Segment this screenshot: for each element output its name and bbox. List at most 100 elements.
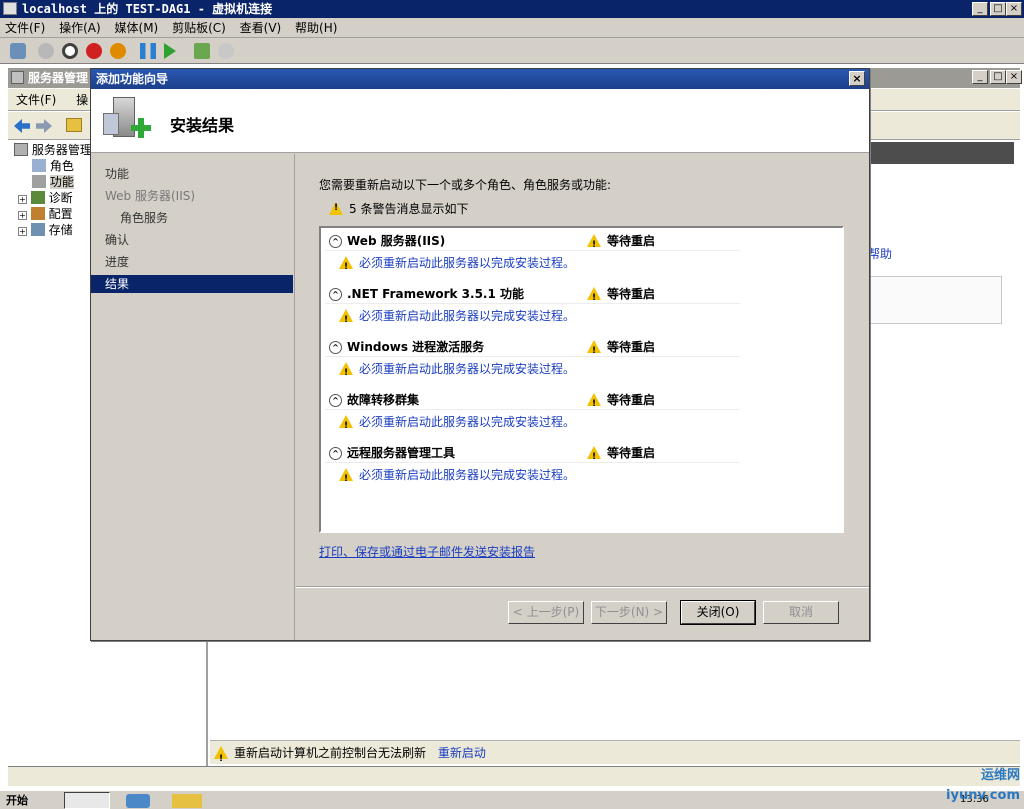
- result-message-text: 必须重新启动此服务器以完成安装过程。: [359, 468, 576, 482]
- collapse-icon[interactable]: ^: [329, 288, 342, 301]
- save-state-icon[interactable]: [110, 43, 126, 59]
- tree-item-diagnostics[interactable]: + 诊断: [18, 190, 73, 206]
- warning-icon: [587, 393, 601, 414]
- help-link[interactable]: 帮助: [868, 245, 892, 262]
- close-wizard-button[interactable]: 关闭(O): [680, 600, 756, 625]
- step-results[interactable]: 结果: [91, 275, 293, 293]
- revert-icon[interactable]: [218, 43, 234, 59]
- storage-icon: [30, 223, 45, 236]
- result-status: 等待重启: [587, 337, 656, 361]
- tree-label: 功能: [49, 175, 74, 189]
- result-message-text: 必须重新启动此服务器以完成安装过程。: [359, 415, 576, 429]
- previous-button[interactable]: < 上一步(P): [508, 601, 584, 624]
- sm-maximize-button[interactable]: □: [990, 70, 1006, 84]
- back-icon[interactable]: [14, 119, 30, 133]
- step-role-services[interactable]: 角色服务: [91, 209, 293, 227]
- expand-icon[interactable]: +: [18, 195, 27, 204]
- result-row[interactable]: ^ 远程服务器管理工具 等待重启: [325, 443, 740, 467]
- collapse-icon[interactable]: ^: [329, 341, 342, 354]
- expand-icon[interactable]: +: [18, 227, 27, 236]
- tree-label: 配置: [48, 207, 73, 221]
- collapse-icon[interactable]: ^: [329, 394, 342, 407]
- warning-icon: [339, 468, 353, 489]
- result-row[interactable]: ^ Web 服务器(IIS) 等待重启: [325, 231, 740, 255]
- button-separator: [296, 586, 869, 588]
- result-row[interactable]: ^ Windows 进程激活服务 等待重启: [325, 337, 740, 361]
- warning-icon: [339, 309, 353, 330]
- shutdown-icon[interactable]: [86, 43, 102, 59]
- ctrl-alt-del-icon[interactable]: [10, 43, 26, 59]
- cancel-button[interactable]: 取消: [763, 601, 839, 624]
- collapse-icon[interactable]: ^: [329, 447, 342, 460]
- menu-file[interactable]: 文件(F): [0, 18, 50, 38]
- wizard-title: 添加功能向导: [91, 69, 869, 89]
- warning-icon: [339, 256, 353, 277]
- expand-icon[interactable]: +: [18, 211, 27, 220]
- result-message: 必须重新启动此服务器以完成安装过程。: [339, 253, 575, 277]
- roles-icon: [32, 159, 46, 172]
- step-features[interactable]: 功能: [91, 165, 293, 183]
- menu-help[interactable]: 帮助(H): [290, 18, 342, 38]
- add-features-wizard: 添加功能向导 × 安装结果 功能 Web 服务器(IIS) 角色服务 确认 进度…: [90, 68, 870, 641]
- wizard-close-button[interactable]: ×: [849, 71, 865, 86]
- result-message: 必须重新启动此服务器以完成安装过程。: [339, 359, 576, 383]
- result-status: 等待重启: [587, 231, 656, 255]
- powershell-icon[interactable]: [126, 794, 150, 808]
- snapshot-icon[interactable]: [194, 43, 210, 59]
- install-report-link[interactable]: 打印、保存或通过电子邮件发送安装报告: [319, 543, 535, 560]
- result-name: Web 服务器(IIS): [347, 234, 446, 248]
- results-list: ^ Web 服务器(IIS) 等待重启 必须重新启动此服务器以完成安装过程。 ^…: [319, 226, 844, 533]
- wizard-header: 安装结果: [91, 89, 869, 153]
- result-name: 故障转移群集: [347, 393, 420, 407]
- up-folder-icon[interactable]: [66, 118, 82, 132]
- resume-icon[interactable]: [164, 43, 176, 59]
- tree-item-roles[interactable]: 角色: [32, 158, 74, 174]
- vm-toolbar: [0, 38, 1024, 64]
- minimize-button[interactable]: _: [972, 2, 988, 16]
- sm-minimize-button[interactable]: _: [972, 70, 988, 84]
- explorer-icon[interactable]: [172, 794, 202, 808]
- result-name: Windows 进程激活服务: [347, 340, 485, 354]
- close-button[interactable]: ×: [1006, 2, 1022, 16]
- menu-action[interactable]: 操作(A): [54, 18, 106, 38]
- tree-item-storage[interactable]: + 存储: [18, 222, 73, 238]
- server-manager-icon: [11, 71, 24, 84]
- step-progress[interactable]: 进度: [91, 253, 293, 271]
- tree-item-server-manager[interactable]: 服务器管理: [14, 142, 92, 158]
- menu-clipboard[interactable]: 剪贴板(C): [167, 18, 231, 38]
- menu-view[interactable]: 查看(V): [235, 18, 287, 38]
- result-name: .NET Framework 3.5.1 功能: [347, 287, 525, 301]
- maximize-button[interactable]: □: [990, 2, 1006, 16]
- collapse-icon[interactable]: ^: [329, 235, 342, 248]
- result-row[interactable]: ^ .NET Framework 3.5.1 功能 等待重启: [325, 284, 740, 308]
- turn-off-icon[interactable]: [62, 43, 78, 59]
- sm-status-bar: 重新启动计算机之前控制台无法刷新 重新启动: [210, 740, 1020, 771]
- intro-text: 您需要重新启动以下一个或多个角色、角色服务或功能:: [319, 178, 612, 192]
- status-message: 重新启动计算机之前控制台无法刷新: [234, 746, 427, 760]
- wizard-heading: 安装结果: [170, 116, 235, 135]
- vm-menu-bar: 文件(F) 操作(A) 媒体(M) 剪贴板(C) 查看(V) 帮助(H): [0, 18, 1024, 38]
- pause-icon[interactable]: [140, 43, 156, 59]
- start-button[interactable]: 开始: [2, 793, 32, 809]
- result-message-text: 必须重新启动此服务器以完成安装过程。: [359, 309, 576, 323]
- next-button[interactable]: 下一步(N) >: [591, 601, 667, 624]
- taskbar-server-manager-button[interactable]: [64, 792, 110, 809]
- sm-menu-file[interactable]: 文件(F): [8, 89, 64, 111]
- result-name: 远程服务器管理工具: [347, 446, 456, 460]
- tree-item-configuration[interactable]: + 配置: [18, 206, 73, 222]
- forward-icon[interactable]: [36, 119, 52, 133]
- warning-count: 5 条警告消息显示如下: [329, 200, 468, 217]
- tree-item-features[interactable]: 功能: [32, 174, 74, 190]
- result-status-text: 等待重启: [607, 234, 656, 248]
- step-confirmation[interactable]: 确认: [91, 231, 293, 249]
- restart-link[interactable]: 重新启动: [438, 746, 486, 760]
- result-row[interactable]: ^ 故障转移群集 等待重启: [325, 390, 740, 414]
- menu-media[interactable]: 媒体(M): [110, 18, 164, 38]
- step-web-server[interactable]: Web 服务器(IIS): [91, 187, 293, 205]
- result-message-text: 必须重新启动此服务器以完成安装过程。: [359, 362, 576, 376]
- warning-icon: [587, 446, 601, 467]
- start-icon[interactable]: [38, 43, 54, 59]
- result-status-text: 等待重启: [607, 340, 656, 354]
- warning-icon: [587, 340, 601, 361]
- sm-close-button[interactable]: ×: [1006, 70, 1022, 84]
